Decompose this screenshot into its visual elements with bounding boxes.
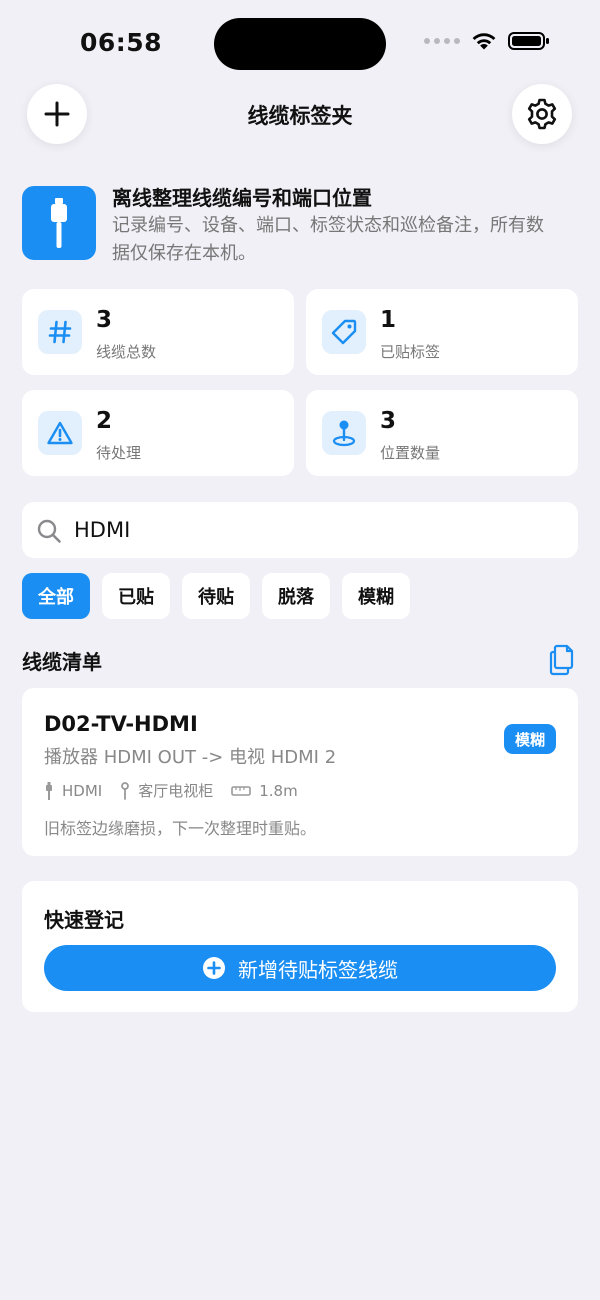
search-input[interactable] [74, 502, 554, 558]
add-pending-cable-label: 新增待贴标签线缆 [238, 957, 398, 982]
search-icon [37, 519, 61, 543]
stat-card-locations: 3 位置数量 [306, 390, 578, 476]
cable-type: HDMI [62, 781, 103, 800]
stat-label: 位置数量 [380, 444, 441, 462]
location-pin-icon [322, 411, 366, 455]
cable-location: 客厅电视柜 [138, 782, 214, 800]
stat-label: 已贴标签 [380, 343, 441, 361]
dynamic-island [214, 18, 386, 70]
stat-label: 待处理 [96, 444, 142, 462]
ruler-icon [231, 785, 252, 796]
filter-chip-all[interactable]: 全部 [22, 573, 90, 619]
list-title: 线缆清单 [22, 650, 102, 674]
filter-chip-detached[interactable]: 脱落 [262, 573, 330, 619]
stat-value: 1 [380, 307, 397, 333]
filter-chip-blurry[interactable]: 模糊 [342, 573, 410, 619]
stat-value: 2 [96, 408, 113, 434]
settings-button[interactable] [512, 84, 572, 144]
cable-type-icon [46, 781, 52, 800]
cable-meta: HDMI 客厅电视柜 1.8m [44, 780, 316, 801]
battery-icon [508, 32, 549, 50]
add-pending-cable-button[interactable]: 新增待贴标签线缆 [44, 945, 556, 991]
tag-icon [322, 310, 366, 354]
cellular-signal-icon [424, 38, 460, 44]
status-indicators [424, 30, 550, 52]
cable-id: D02-TV-HDMI [44, 712, 198, 736]
quick-register-card: 快速登记 新增待贴标签线缆 [22, 881, 578, 1012]
quick-title: 快速登记 [44, 908, 124, 932]
filter-chip-labeled[interactable]: 已贴 [102, 573, 170, 619]
warning-icon [38, 411, 82, 455]
filter-chip-pending[interactable]: 待贴 [182, 573, 250, 619]
stat-value: 3 [380, 408, 397, 434]
hash-icon [38, 310, 82, 354]
stat-label: 线缆总数 [96, 343, 157, 361]
cable-route: 播放器 HDMI OUT -> 电视 HDMI 2 [44, 747, 337, 768]
intro-description: 记录编号、设备、端口、标签状态和巡检备注，所有数据仅保存在本机。 [112, 215, 544, 264]
stat-card-pending: 2 待处理 [22, 390, 294, 476]
plus-circle-icon [203, 957, 225, 979]
stat-value: 3 [96, 307, 113, 333]
status-badge: 模糊 [503, 724, 556, 754]
filter-chips: 全部 已贴 待贴 脱落 模糊 [22, 573, 410, 619]
cable-list-item[interactable]: D02-TV-HDMI 播放器 HDMI OUT -> 电视 HDMI 2 模糊… [22, 688, 578, 856]
copy-icon[interactable] [548, 644, 578, 676]
intro-title: 离线整理线缆编号和端口位置 [112, 186, 372, 210]
cable-note: 旧标签边缘磨损，下一次整理时重贴。 [44, 819, 317, 838]
cable-app-icon [22, 186, 96, 260]
gear-icon [527, 98, 557, 130]
search-bar[interactable] [22, 502, 578, 558]
stat-card-labeled: 1 已贴标签 [306, 289, 578, 375]
cable-plug-icon [51, 198, 67, 248]
status-time: 06:58 [80, 28, 163, 57]
cable-length: 1.8m [259, 781, 298, 800]
stat-card-total: 3 线缆总数 [22, 289, 294, 375]
location-icon [121, 781, 130, 800]
wifi-icon [472, 33, 496, 50]
page-title: 线缆标签夹 [247, 104, 353, 128]
